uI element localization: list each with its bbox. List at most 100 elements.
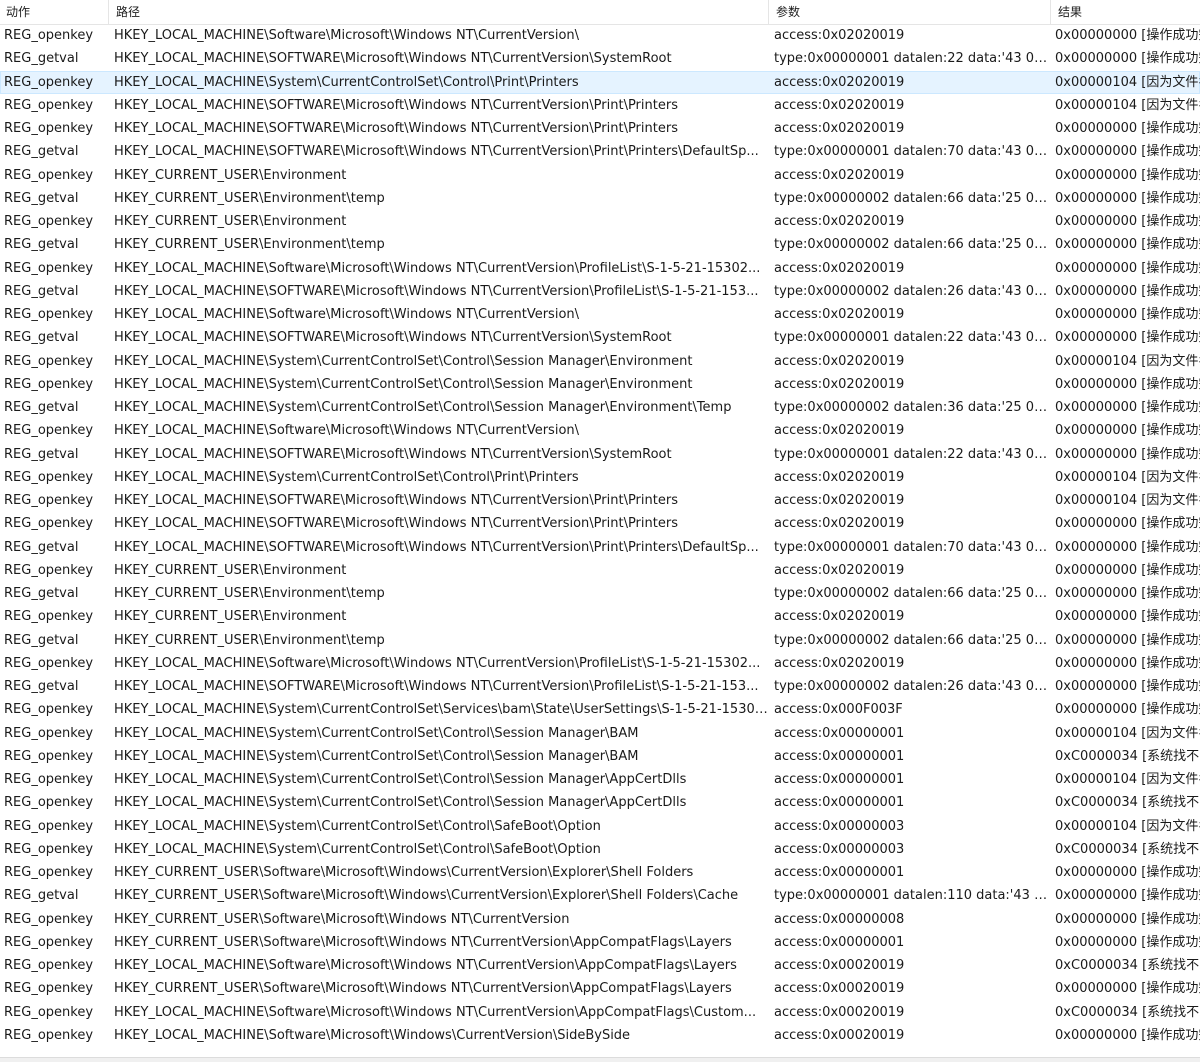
table-row[interactable]: REG_openkey HKEY_LOCAL_MACHINE\SOFTWARE\M… [0, 512, 1200, 535]
cell-param: access:0x02020019 [774, 97, 905, 113]
column-header-path[interactable]: 路径 [110, 0, 768, 24]
cell-result: 0x00000000 [操作成功完成。] [1055, 260, 1200, 276]
column-divider[interactable] [768, 0, 769, 24]
table-row[interactable]: REG_openkey HKEY_CURRENT_USER\Environment… [0, 210, 1200, 233]
table-row[interactable]: REG_getval HKEY_LOCAL_MACHINE\SOFTWARE\Mi… [0, 536, 1200, 559]
column-header-param[interactable]: 参数 [770, 0, 1050, 24]
cell-result: 0x00000000 [操作成功完成。] [1055, 237, 1200, 253]
cell-param: access:0x02020019 [774, 609, 905, 625]
cell-path: HKEY_LOCAL_MACHINE\Software\Microsoft\Wi… [114, 307, 580, 322]
cell-action: REG_getval [4, 330, 79, 346]
table-row[interactable]: REG_openkey HKEY_LOCAL_MACHINE\Software\M… [0, 303, 1200, 326]
cell-param: type:0x00000002 datalen:66 data:'25 00 5… [774, 586, 1052, 601]
cell-param: access:0x02020019 [774, 121, 905, 136]
table-row[interactable]: REG_openkey HKEY_CURRENT_USER\Software\Mi… [0, 908, 1200, 931]
cell-path: HKEY_LOCAL_MACHINE\System\CurrentControl… [114, 353, 693, 369]
table-row[interactable]: REG_openkey HKEY_LOCAL_MACHINE\SOFTWARE\M… [0, 489, 1200, 512]
table-body: REG_openkey HKEY_LOCAL_MACHINE\Software\M… [0, 24, 1200, 1047]
table-row[interactable]: REG_getval HKEY_LOCAL_MACHINE\SOFTWARE\Mi… [0, 140, 1200, 163]
table-row[interactable]: REG_openkey HKEY_LOCAL_MACHINE\Software\M… [0, 24, 1200, 47]
cell-action: REG_getval [4, 51, 79, 67]
table-row[interactable]: REG_openkey HKEY_CURRENT_USER\Environment… [0, 605, 1200, 628]
horizontal-scrollbar[interactable] [0, 1057, 1200, 1062]
cell-param: access:0x02020019 [774, 260, 905, 276]
table-row[interactable]: REG_getval HKEY_LOCAL_MACHINE\System\Curr… [0, 396, 1200, 419]
table-row[interactable]: REG_openkey HKEY_LOCAL_MACHINE\System\Cur… [0, 838, 1200, 861]
table-row[interactable]: REG_openkey HKEY_CURRENT_USER\Environment… [0, 164, 1200, 187]
cell-path: HKEY_LOCAL_MACHINE\Software\Microsoft\Wi… [114, 28, 580, 43]
cell-param: access:0x00000008 [774, 911, 905, 927]
cell-result: 0xC0000034 [系统找不到...] [1055, 841, 1200, 857]
cell-action: REG_openkey [4, 911, 94, 927]
table-row[interactable]: REG_openkey HKEY_LOCAL_MACHINE\System\Cur… [0, 350, 1200, 373]
cell-path: HKEY_LOCAL_MACHINE\SOFTWARE\Microsoft\Wi… [114, 121, 678, 136]
column-header-result[interactable]: 结果 [1052, 0, 1200, 24]
column-divider[interactable] [1050, 0, 1051, 24]
table-row[interactable]: REG_getval HKEY_CURRENT_USER\Environment\… [0, 233, 1200, 256]
cell-action: REG_openkey [4, 214, 94, 229]
cell-path: HKEY_CURRENT_USER\Environment\temp [114, 632, 385, 648]
table-row[interactable]: REG_getval HKEY_CURRENT_USER\Environment\… [0, 187, 1200, 210]
table-row[interactable]: REG_openkey HKEY_LOCAL_MACHINE\System\Cur… [0, 768, 1200, 791]
cell-path: HKEY_LOCAL_MACHINE\Software\Microsoft\Wi… [114, 1004, 757, 1020]
table-row[interactable]: REG_getval HKEY_LOCAL_MACHINE\SOFTWARE\Mi… [0, 47, 1200, 70]
cell-param: access:0x02020019 [774, 28, 905, 43]
table-row[interactable]: REG_openkey HKEY_LOCAL_MACHINE\Software\M… [0, 419, 1200, 442]
table-row[interactable]: REG_openkey HKEY_LOCAL_MACHINE\System\Cur… [0, 791, 1200, 814]
cell-result: 0x00000000 [操作成功完成。] [1055, 190, 1200, 206]
cell-action: REG_openkey [4, 469, 94, 485]
table-row[interactable]: REG_openkey HKEY_LOCAL_MACHINE\System\Cur… [0, 722, 1200, 745]
cell-path: HKEY_CURRENT_USER\Software\Microsoft\Win… [114, 934, 732, 950]
cell-param: access:0x00000001 [774, 725, 905, 741]
table-row[interactable]: REG_openkey HKEY_LOCAL_MACHINE\System\Cur… [0, 745, 1200, 768]
table-row[interactable]: REG_getval HKEY_LOCAL_MACHINE\SOFTWARE\Mi… [0, 280, 1200, 303]
cell-action: REG_getval [4, 237, 79, 253]
table-row[interactable]: REG_getval HKEY_CURRENT_USER\Software\Mic… [0, 884, 1200, 907]
cell-param: access:0x00000001 [774, 865, 905, 880]
cell-path: HKEY_LOCAL_MACHINE\System\CurrentControl… [114, 772, 687, 787]
table-row[interactable]: REG_getval HKEY_LOCAL_MACHINE\SOFTWARE\Mi… [0, 326, 1200, 349]
cell-param: access:0x00020019 [774, 1027, 905, 1043]
table-row[interactable]: REG_openkey HKEY_LOCAL_MACHINE\System\Cur… [0, 466, 1200, 489]
table-row[interactable]: REG_openkey HKEY_LOCAL_MACHINE\SOFTWARE\M… [0, 94, 1200, 117]
column-header-row: 动作 路径 参数 结果 [0, 0, 1200, 25]
table-row[interactable]: REG_openkey HKEY_LOCAL_MACHINE\System\Cur… [0, 698, 1200, 721]
cell-path: HKEY_CURRENT_USER\Software\Microsoft\Win… [114, 865, 694, 880]
table-row[interactable]: REG_openkey HKEY_LOCAL_MACHINE\Software\M… [0, 1001, 1200, 1024]
cell-path: HKEY_LOCAL_MACHINE\Software\Microsoft\Wi… [114, 655, 761, 671]
table-row[interactable]: REG_openkey HKEY_CURRENT_USER\Software\Mi… [0, 977, 1200, 1000]
cell-result: 0x00000104 [因为文件名...] [1055, 493, 1200, 508]
table-row[interactable]: REG_openkey HKEY_CURRENT_USER\Software\Mi… [0, 861, 1200, 884]
cell-action: REG_openkey [4, 1027, 94, 1043]
registry-log-listview[interactable]: 动作 路径 参数 结果 REG_openkey HKEY_LOCAL_MACHIN… [0, 0, 1200, 1062]
cell-path: HKEY_CURRENT_USER\Environment\temp [114, 190, 385, 206]
table-row[interactable]: REG_openkey HKEY_LOCAL_MACHINE\Software\M… [0, 257, 1200, 280]
cell-param: access:0x02020019 [774, 516, 905, 532]
cell-param: access:0x02020019 [774, 493, 905, 508]
table-row[interactable]: REG_openkey HKEY_LOCAL_MACHINE\Software\M… [0, 954, 1200, 977]
table-row[interactable]: REG_openkey HKEY_LOCAL_MACHINE\SOFTWARE\M… [0, 117, 1200, 140]
table-row[interactable]: REG_openkey HKEY_CURRENT_USER\Environment… [0, 559, 1200, 582]
cell-action: REG_openkey [4, 865, 94, 880]
cell-result: 0x00000000 [操作成功完成。] [1055, 330, 1200, 346]
table-row[interactable]: REG_openkey HKEY_CURRENT_USER\Software\Mi… [0, 931, 1200, 954]
table-row[interactable]: REG_openkey HKEY_LOCAL_MACHINE\Software\M… [0, 1024, 1200, 1047]
table-row[interactable]: REG_openkey HKEY_LOCAL_MACHINE\System\Cur… [0, 815, 1200, 838]
cell-path: HKEY_LOCAL_MACHINE\SOFTWARE\Microsoft\Wi… [114, 516, 678, 532]
table-row[interactable]: REG_getval HKEY_CURRENT_USER\Environment\… [0, 629, 1200, 652]
column-divider[interactable] [108, 0, 109, 24]
table-row[interactable]: REG_getval HKEY_LOCAL_MACHINE\SOFTWARE\Mi… [0, 675, 1200, 698]
table-row[interactable]: REG_getval HKEY_LOCAL_MACHINE\SOFTWARE\Mi… [0, 443, 1200, 466]
table-row[interactable]: REG_openkey HKEY_LOCAL_MACHINE\Software\M… [0, 652, 1200, 675]
table-row[interactable]: REG_openkey HKEY_LOCAL_MACHINE\System\Cur… [0, 373, 1200, 396]
column-header-action[interactable]: 动作 [0, 0, 108, 24]
cell-action: REG_openkey [4, 260, 94, 276]
cell-path: HKEY_CURRENT_USER\Software\Microsoft\Win… [114, 911, 570, 927]
cell-path: HKEY_LOCAL_MACHINE\SOFTWARE\Microsoft\Wi… [114, 97, 678, 113]
table-row[interactable]: REG_openkey HKEY_LOCAL_MACHINE\System\Cur… [0, 70, 1200, 94]
cell-param: type:0x00000002 datalen:66 data:'25 00 5… [774, 237, 1052, 253]
cell-path: HKEY_LOCAL_MACHINE\System\CurrentControl… [114, 400, 732, 415]
cell-path: HKEY_CURRENT_USER\Environment\temp [114, 237, 385, 253]
table-row[interactable]: REG_getval HKEY_CURRENT_USER\Environment\… [0, 582, 1200, 605]
cell-action: REG_openkey [4, 74, 94, 90]
